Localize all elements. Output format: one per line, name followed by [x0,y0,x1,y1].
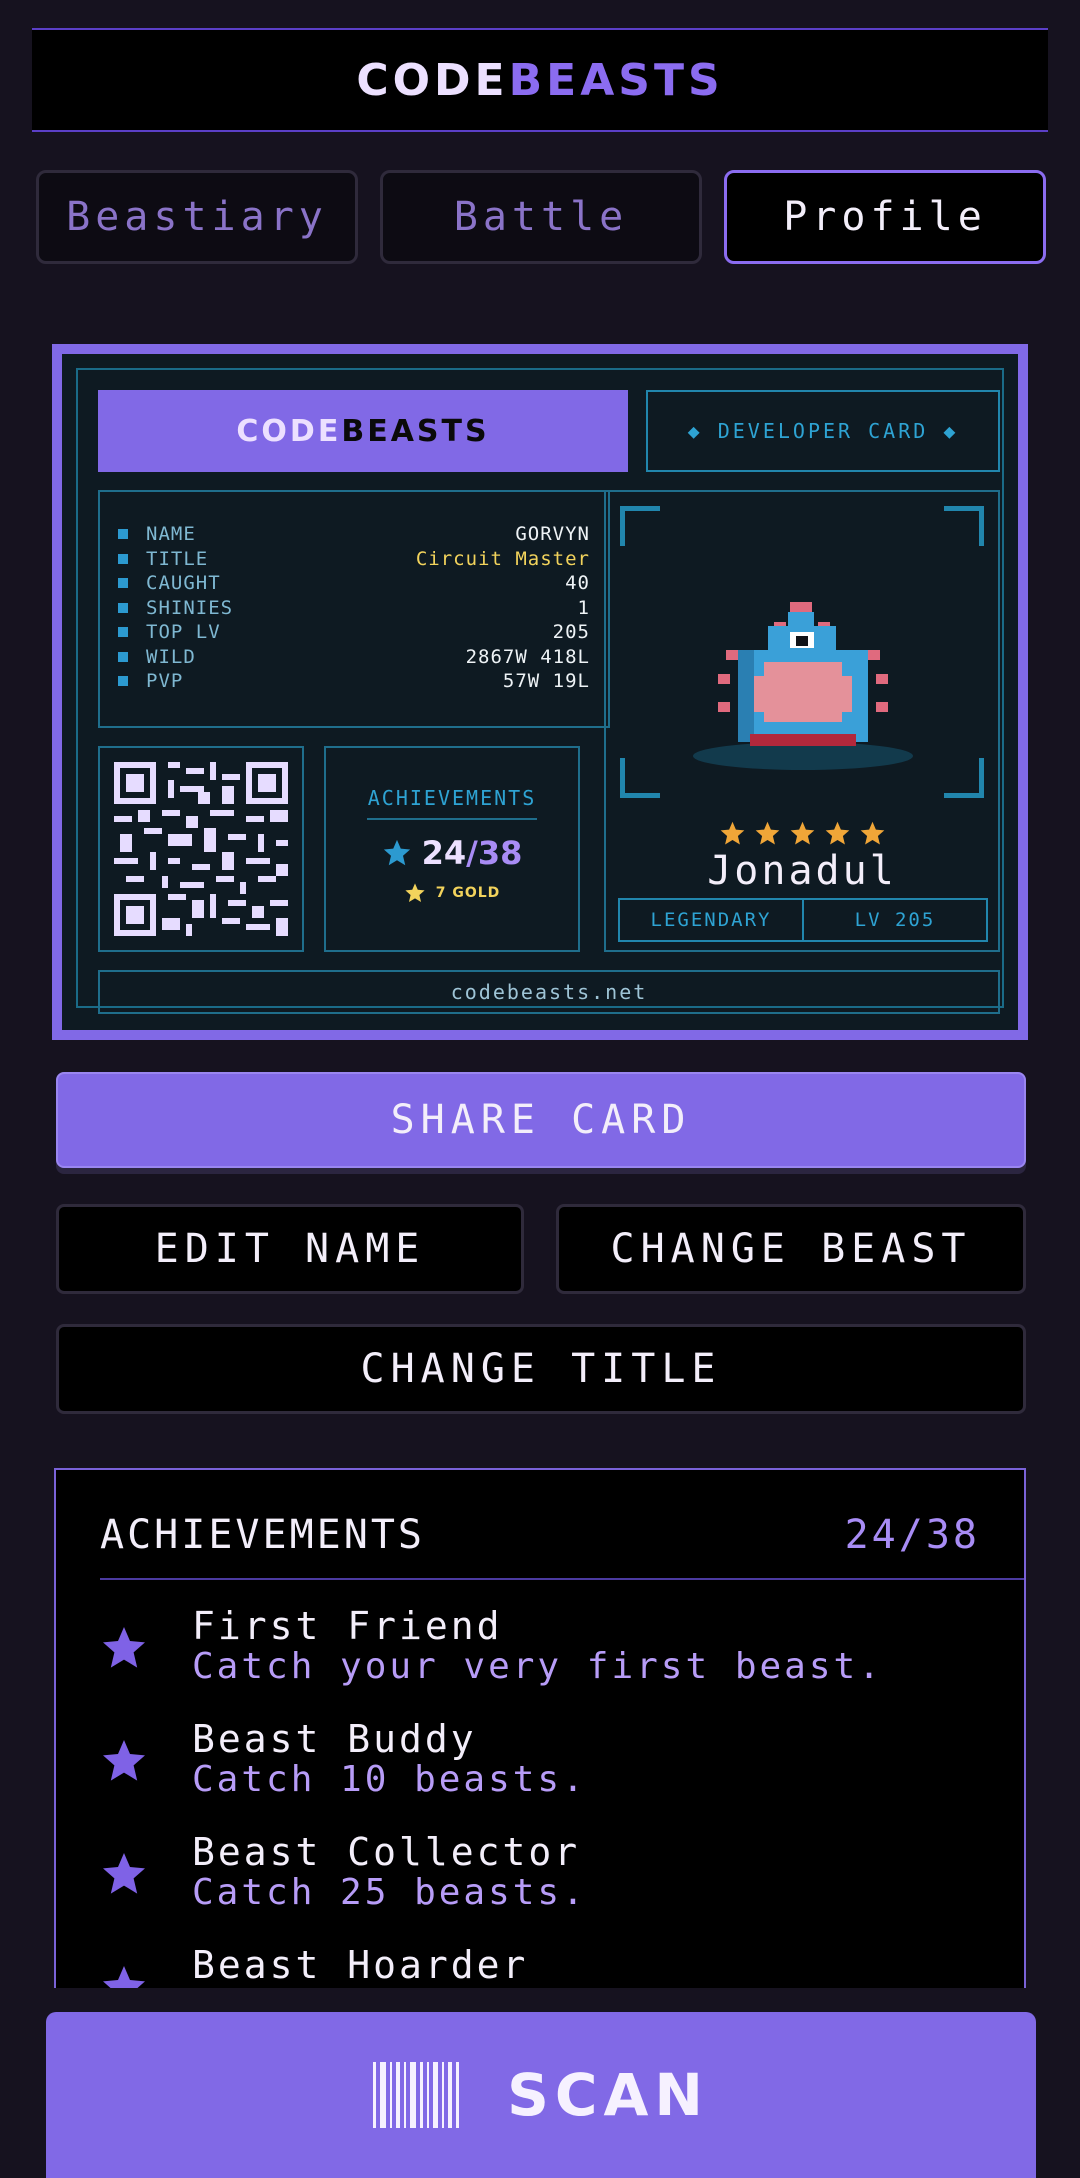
achievement-star-icon [103,1853,145,1894]
rating-star-icon [825,821,849,845]
stats-panel: NAME GORVYN TITLE Circuit Master CAUGHT 40 … [98,490,610,728]
tab-beastiary[interactable]: Beastiary [36,170,358,264]
stat-label: NAME [146,523,196,546]
beast-rarity: LEGENDARY [620,900,804,940]
rating-star-icon [720,821,744,845]
tab-profile[interactable]: Profile [724,170,1046,264]
stat-label: WILD [146,645,196,668]
achievement-name: Beast Collector [192,1830,581,1874]
achievements-title: ACHIEVEMENTS [100,1512,425,1558]
logo-beasts: BEASTS [508,54,724,106]
change-title-button[interactable]: CHANGE TITLE [56,1324,1026,1414]
beast-showcase: Jonadul LEGENDARY LV 205 [604,490,1000,952]
barcode-icon [373,2062,460,2128]
achievement-desc: Catch your very first beast. [192,1646,883,1687]
achievements-gold: 7 GOLD [404,882,501,904]
stat-value: GORVYN [515,523,590,546]
app-header: CODEBEASTS [32,28,1048,132]
achievement-star-icon [103,1740,145,1781]
beast-sprite-icon [693,602,913,770]
card-brand: CODE BEASTS [98,390,628,472]
achievements-panel[interactable]: ACHIEVEMENTS 24/38 First Friend Catch yo… [54,1468,1026,1988]
share-card-button[interactable]: SHARE CARD [56,1072,1026,1168]
bullet-icon [118,602,128,613]
bullet-icon [118,553,128,564]
stat-row-pvp: PVP 57W 19L [118,669,590,694]
achievements-summary: ACHIEVEMENTS 24/38 7 GOLD [324,746,580,952]
bullet-icon [118,676,128,687]
stat-row-shinies: SHINIES 1 [118,596,590,621]
bullet-icon [118,627,128,638]
rating-star-icon [790,821,814,845]
stat-label: PVP [146,670,184,693]
bullet-icon [118,651,128,662]
achievements-count: 24/38 [844,1512,980,1558]
app-logo: CODEBEASTS [356,55,723,106]
card-brand-beasts: BEASTS [341,413,490,449]
stat-value: 205 [552,621,590,644]
stat-value: 40 [565,572,590,595]
logo-code: CODE [356,54,509,106]
achievement-item: Beast Buddy Catch 10 beasts. [100,1717,1000,1829]
achievement-name: Beast Hoarder [192,1943,529,1987]
achievement-desc: Catch 10 beasts. [192,1759,587,1800]
frame-corner [620,758,660,798]
scan-button[interactable]: SCAN [46,2012,1036,2178]
qr-code [98,746,304,952]
achievements-summary-title: ACHIEVEMENTS [367,786,537,820]
achievement-name: Beast Buddy [192,1717,477,1761]
rating-star-icon [755,821,779,845]
achievement-item: First Friend Catch your very first beast… [100,1604,1000,1716]
star-icon [383,839,410,866]
stat-row-caught: CAUGHT 40 [118,571,590,596]
achievement-star-icon [103,1966,145,1988]
stat-value: 57W 19L [502,670,590,693]
stat-label: TITLE [146,547,209,570]
beast-rating [606,820,998,847]
frame-corner [944,506,984,546]
stat-value: Circuit Master [415,547,590,570]
achievements-summary-count: 24/38 [382,834,523,872]
stat-row-name: NAME GORVYN [118,522,590,547]
stat-row-top-lv: TOP LV 205 [118,620,590,645]
bullet-icon [118,578,128,589]
achievement-star-icon [103,1627,145,1668]
stat-label: SHINIES [146,596,234,619]
stat-value: 2867W 418L [465,645,590,668]
card-url: codebeasts.net [98,970,1000,1014]
change-beast-button[interactable]: CHANGE BEAST [556,1204,1026,1294]
rating-star-icon [860,821,884,845]
gold-count: 7 GOLD [435,885,501,901]
tab-battle[interactable]: Battle [380,170,702,264]
stat-value: 1 [577,596,590,619]
stat-row-wild: WILD 2867W 418L [118,645,590,670]
qr-code-icon [114,762,288,936]
divider [100,1578,1024,1580]
achievement-item: Beast Hoarder [100,1943,1000,1988]
card-brand-code: CODE [236,413,342,449]
beast-level: LV 205 [854,909,936,931]
achievements-earned: 24 [421,834,467,872]
bullet-icon [118,529,128,540]
developer-card-label: ◆ DEVELOPER CARD ◆ [646,390,1000,472]
stat-row-title: TITLE Circuit Master [118,547,590,572]
achievements-total: /38 [466,834,523,872]
card-body: CODE BEASTS ◆ DEVELOPER CARD ◆ NAME GORVYN… [62,354,1018,1030]
frame-corner [620,506,660,546]
achievement-desc: Catch 25 beasts. [192,1872,587,1913]
stat-label: CAUGHT [146,572,221,595]
frame-corner [944,758,984,798]
achievement-name: First Friend [192,1604,503,1648]
edit-name-button[interactable]: EDIT NAME [56,1204,524,1294]
achievement-item: Beast Collector Catch 25 beasts. [100,1830,1000,1942]
beast-name: Jonadul [707,848,897,894]
gold-star-icon [405,883,425,902]
stat-label: TOP LV [146,621,221,644]
scan-label: SCAN [507,2061,709,2129]
achievements-header: ACHIEVEMENTS 24/38 [100,1512,980,1558]
developer-card: CODE BEASTS ◆ DEVELOPER CARD ◆ NAME GORVYN… [52,344,1028,1040]
beast-meta: LEGENDARY LV 205 [618,898,988,942]
